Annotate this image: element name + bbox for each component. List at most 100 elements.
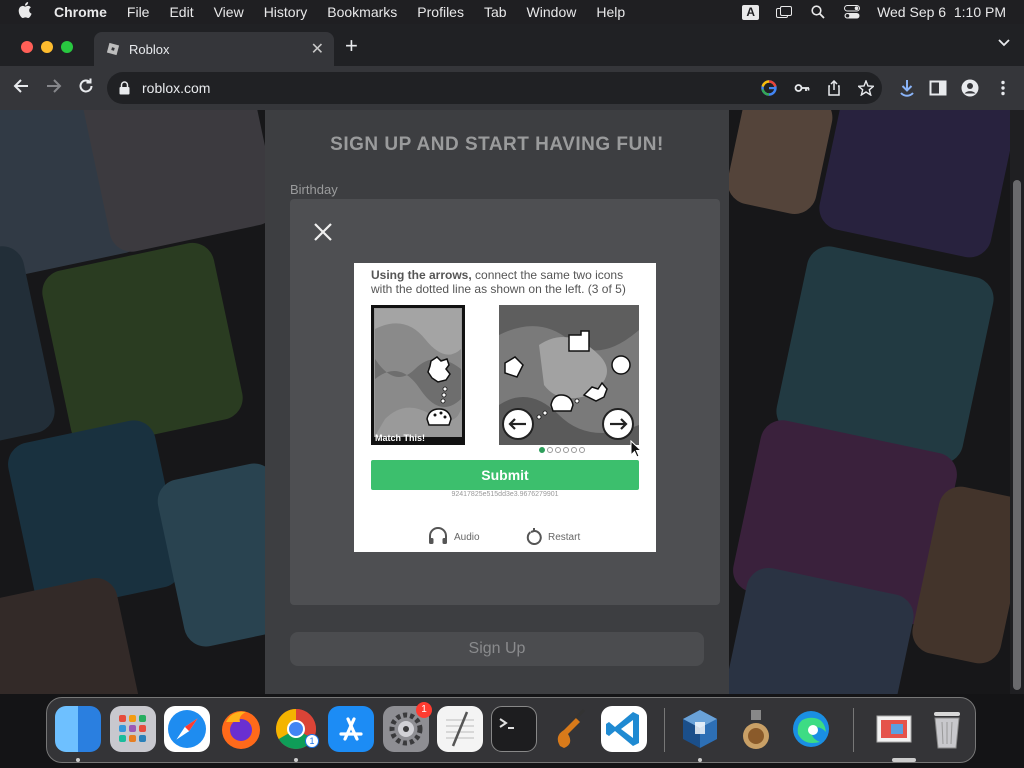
dock-firefox-icon[interactable]: [218, 706, 264, 752]
pagination-dot[interactable]: [579, 447, 585, 453]
more-menu-icon[interactable]: [994, 79, 1012, 97]
running-indicator: [698, 758, 702, 762]
scrollbar-thumb[interactable]: [1013, 180, 1021, 690]
tab-roblox[interactable]: Roblox ✕: [94, 32, 334, 66]
menu-history[interactable]: History: [264, 4, 308, 20]
menu-edit[interactable]: Edit: [169, 4, 193, 20]
audio-button[interactable]: Audio: [428, 527, 480, 548]
reference-picture: [374, 308, 462, 437]
pagination-dot[interactable]: [563, 447, 569, 453]
menu-bar: Chrome File Edit View History Bookmarks …: [0, 0, 1024, 24]
tab-close-icon[interactable]: ✕: [311, 39, 324, 59]
running-indicator: [892, 758, 916, 762]
mouse-cursor-icon: [630, 439, 643, 463]
menu-clock[interactable]: Wed Sep 6 1:10 PM: [877, 4, 1006, 20]
puzzle-image[interactable]: [499, 305, 639, 445]
image-pagination: [539, 447, 585, 453]
menu-window[interactable]: Window: [527, 4, 577, 20]
control-center-icon[interactable]: [843, 5, 861, 19]
page-scrollbar[interactable]: [1010, 110, 1024, 694]
tab-search-chevron-icon[interactable]: [998, 36, 1010, 50]
roblox-favicon-icon: [106, 42, 120, 56]
cat-figure-icon: [427, 356, 451, 383]
submit-button[interactable]: Submit: [371, 460, 639, 490]
audio-label: Audio: [454, 532, 480, 543]
reference-image: Match This!: [371, 305, 465, 445]
arrow-right-button[interactable]: [602, 408, 634, 440]
captcha-frame: Using the arrows, connect the same two i…: [354, 263, 656, 552]
dock-launchpad-icon[interactable]: [110, 706, 156, 752]
profile-icon[interactable]: [961, 79, 979, 97]
pagination-dot[interactable]: [571, 447, 577, 453]
input-source-indicator[interactable]: A: [742, 4, 760, 20]
window-close-button[interactable]: [21, 41, 33, 53]
window-switcher-icon[interactable]: [775, 5, 793, 19]
pagination-dot[interactable]: [547, 447, 553, 453]
window-minimize-button[interactable]: [41, 41, 53, 53]
lock-icon[interactable]: [119, 81, 130, 100]
downloads-icon[interactable]: [898, 79, 916, 97]
menu-profiles[interactable]: Profiles: [417, 4, 464, 20]
menu-view[interactable]: View: [214, 4, 244, 20]
address-bar[interactable]: roblox.com: [107, 72, 882, 104]
close-icon[interactable]: [312, 221, 334, 243]
session-id: 92417825e515dd3e3.9676279901: [451, 491, 559, 498]
forward-icon[interactable]: [43, 77, 65, 99]
signup-heading: SIGN UP AND START HAVING FUN!: [330, 134, 664, 155]
dock-preview-icon[interactable]: [733, 706, 779, 752]
pagination-dot[interactable]: [539, 447, 545, 453]
headphones-icon: [428, 527, 448, 548]
password-key-icon[interactable]: [794, 80, 812, 96]
restart-icon: [526, 527, 542, 548]
side-panel-icon[interactable]: [929, 79, 947, 97]
dock-app-store-icon[interactable]: [328, 706, 374, 752]
running-indicator: [76, 758, 80, 762]
birthday-label: Birthday: [290, 182, 338, 197]
cake-figure-icon: [426, 408, 452, 426]
menu-bookmarks[interactable]: Bookmarks: [327, 4, 397, 20]
dock-virtualbox-icon[interactable]: [677, 706, 723, 752]
signup-button[interactable]: Sign Up: [290, 632, 704, 666]
url-text[interactable]: roblox.com: [142, 80, 210, 96]
dock: 1 1: [46, 697, 976, 763]
menu-file[interactable]: File: [127, 4, 150, 20]
captcha-instructions: Using the arrows, connect the same two i…: [371, 268, 641, 296]
new-tab-icon[interactable]: +: [345, 33, 358, 59]
dock-edge-icon[interactable]: [788, 706, 834, 752]
dock-finder-icon[interactable]: [55, 706, 101, 752]
settings-badge: 1: [416, 702, 432, 718]
dock-separator: [664, 708, 665, 752]
restart-label: Restart: [548, 532, 581, 543]
chrome-badge: 1: [305, 734, 319, 748]
dock-terminal-icon[interactable]: [491, 706, 537, 752]
reload-icon[interactable]: [75, 77, 97, 99]
menu-app-name[interactable]: Chrome: [54, 4, 107, 20]
menu-help[interactable]: Help: [596, 4, 625, 20]
bookmark-star-icon[interactable]: [856, 79, 876, 97]
tab-title: Roblox: [129, 42, 170, 57]
running-indicator: [294, 758, 298, 762]
window-maximize-button[interactable]: [61, 41, 73, 53]
dock-separator: [853, 708, 854, 752]
dock-vscode-icon[interactable]: [601, 706, 647, 752]
dock-textedit-icon[interactable]: [437, 706, 483, 752]
web-page: SIGN UP AND START HAVING FUN! Birthday S…: [0, 110, 1010, 694]
captcha-modal: Using the arrows, connect the same two i…: [290, 199, 720, 605]
back-icon[interactable]: [10, 77, 32, 99]
dock-safari-icon[interactable]: [164, 706, 210, 752]
share-icon[interactable]: [826, 79, 844, 96]
google-lens-icon[interactable]: [761, 80, 779, 96]
match-label: Match This!: [375, 433, 426, 443]
instruction-bold: Using the arrows,: [371, 268, 472, 282]
dock-garageband-icon[interactable]: [546, 706, 592, 752]
search-icon[interactable]: [809, 5, 827, 19]
arrow-left-button[interactable]: [502, 408, 534, 440]
dock-trash-icon[interactable]: [924, 706, 970, 752]
apple-menu-icon[interactable]: [18, 1, 36, 23]
menu-tab[interactable]: Tab: [484, 4, 507, 20]
restart-button[interactable]: Restart: [526, 527, 580, 548]
browser-toolbar: roblox.com: [0, 66, 1024, 110]
pagination-dot[interactable]: [555, 447, 561, 453]
dock-photos-stack-icon[interactable]: [871, 706, 917, 752]
tab-strip: Roblox ✕ +: [0, 24, 1024, 66]
